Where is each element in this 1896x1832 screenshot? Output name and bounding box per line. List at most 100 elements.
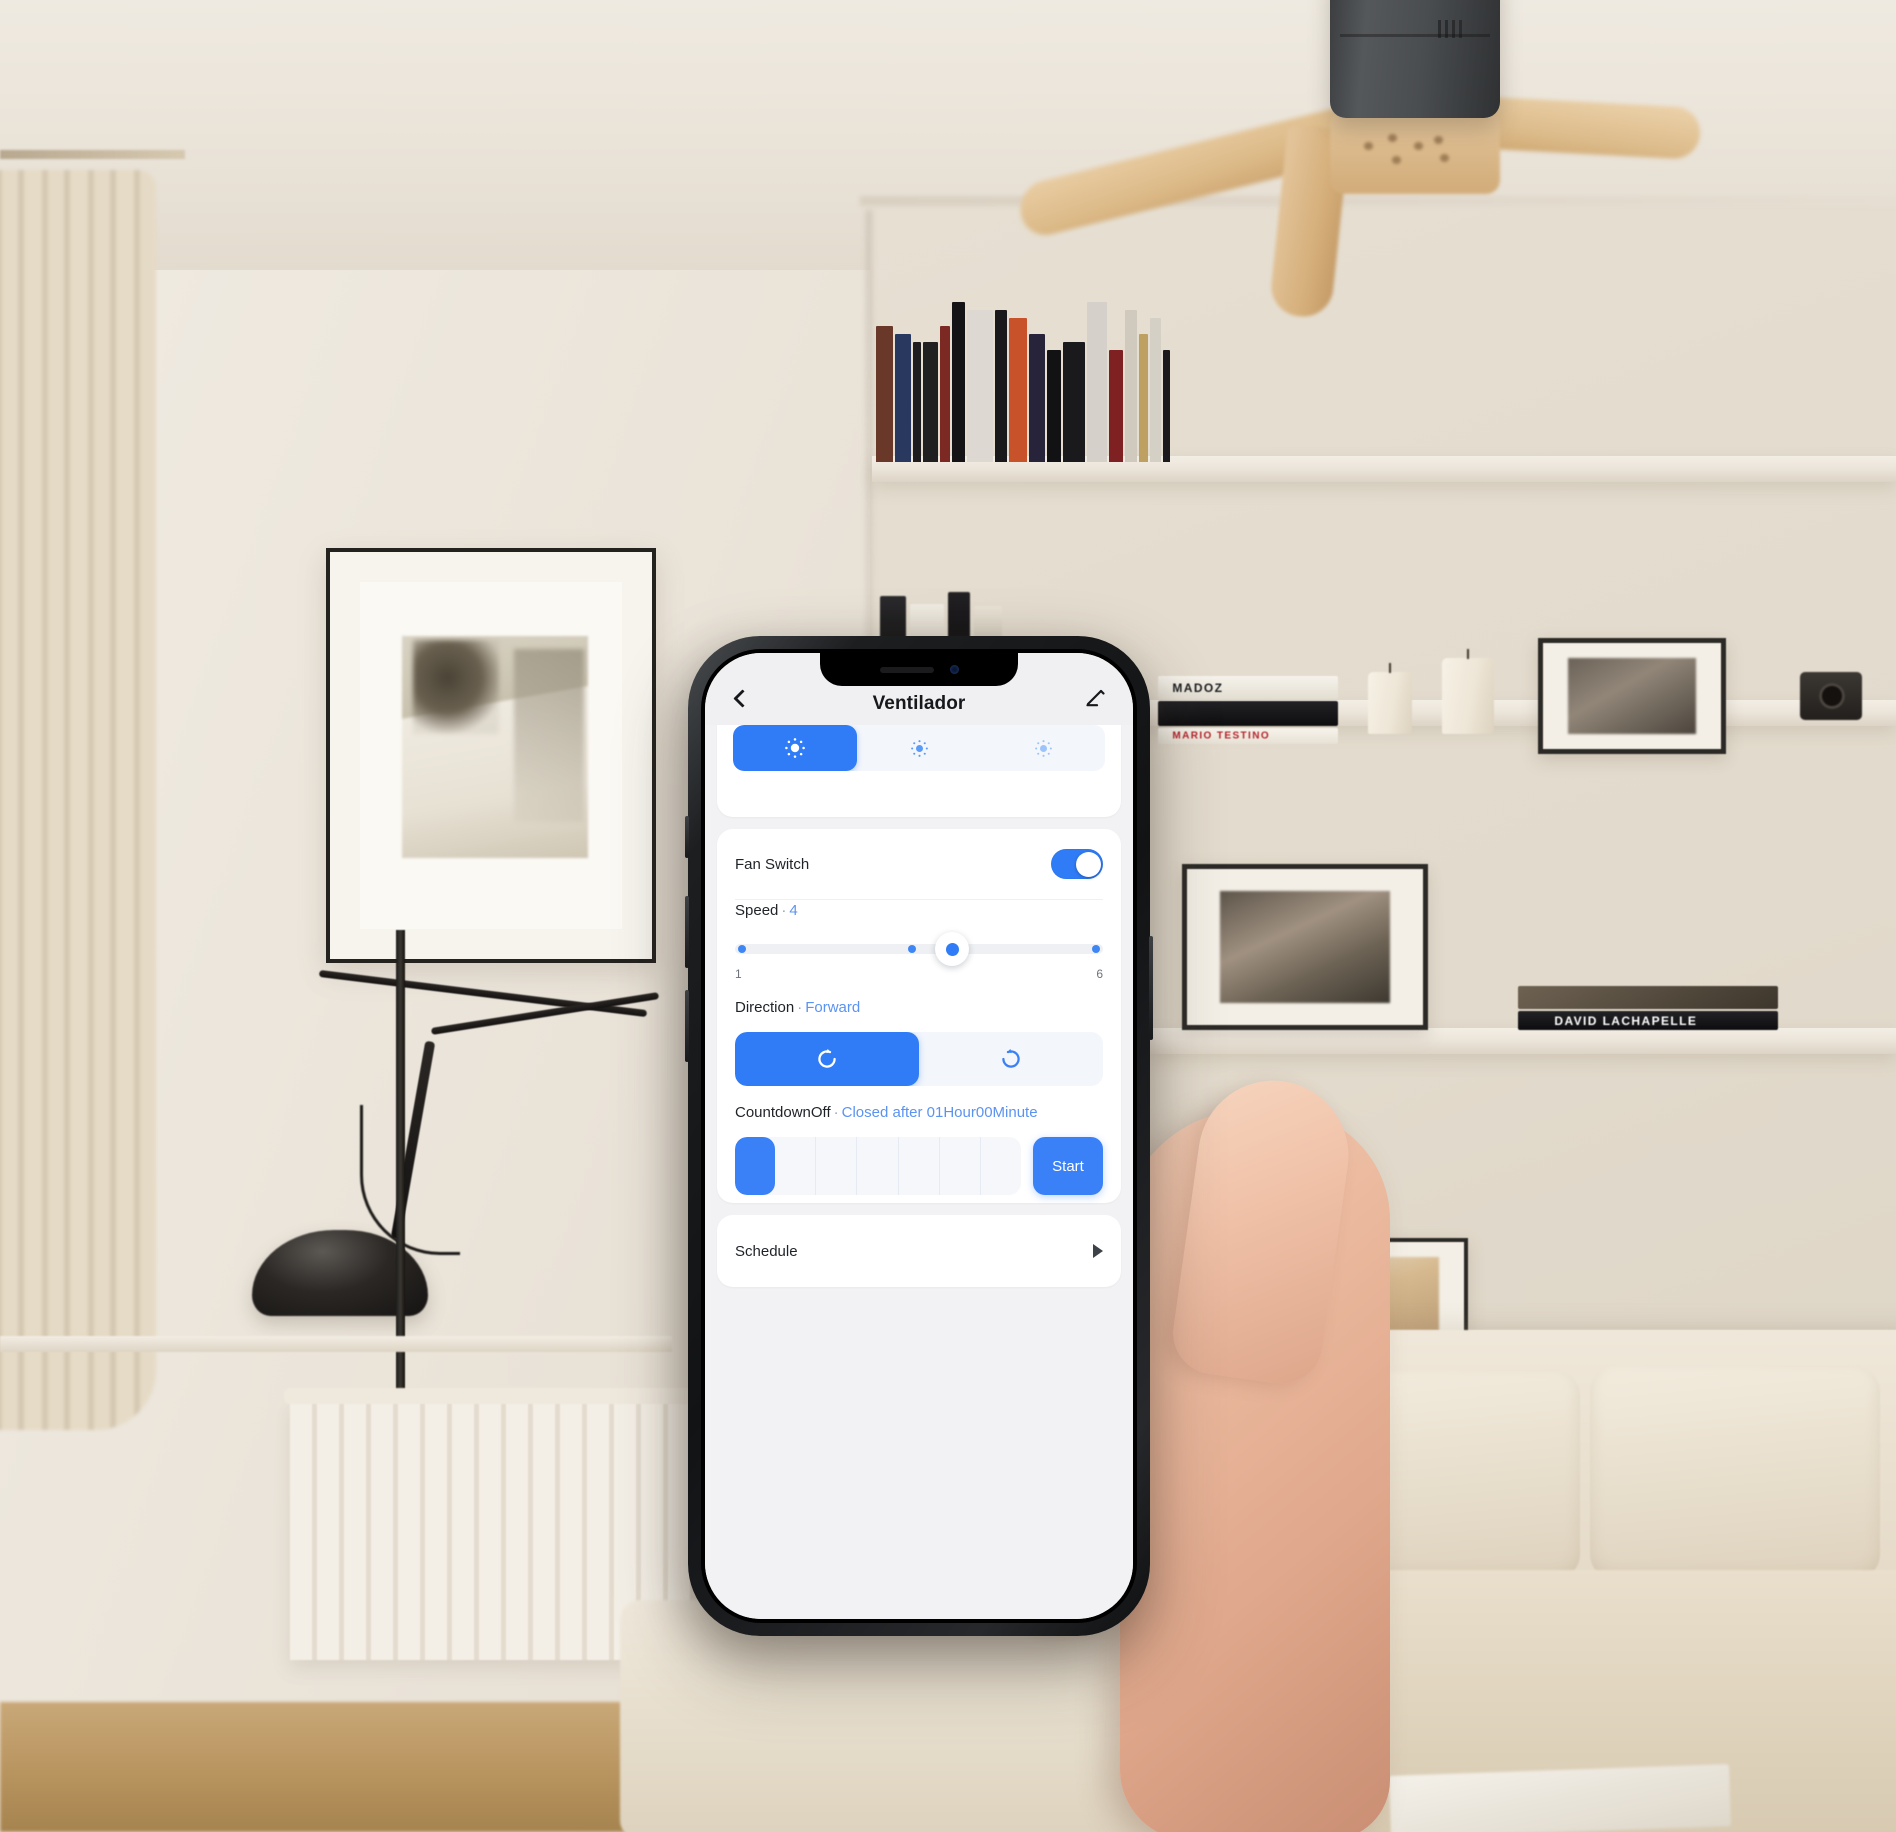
speed-block: Speed · 4 1 6 Direction · Forward Countd… — [717, 900, 1121, 1203]
book-spine — [895, 334, 911, 462]
slider-tick-1 — [738, 945, 747, 953]
countdown-progress-bar[interactable] — [735, 1137, 1021, 1195]
book-stack-madoz: MADOZ MARIO TESTINO — [1158, 676, 1338, 744]
triangle-right-icon — [1093, 1244, 1103, 1258]
book-spine — [1163, 350, 1170, 462]
speed-max-label: 6 — [1096, 967, 1103, 981]
countdown-row: Start — [735, 1137, 1103, 1195]
toggle-knob — [1075, 851, 1101, 877]
book-spine — [1029, 334, 1045, 462]
rotate-counterclockwise-icon — [1002, 1048, 1020, 1068]
direction-reverse-button[interactable] — [919, 1032, 1103, 1086]
speed-min-label: 1 — [735, 967, 742, 981]
book-title-madoz: MADOZ — [1172, 680, 1224, 695]
fan-controls-card: Fan Switch Speed · 4 1 6 Direction · For… — [717, 829, 1121, 1203]
back-button[interactable] — [725, 681, 759, 715]
direction-label: Direction — [735, 999, 795, 1016]
front-camera-icon — [949, 665, 959, 674]
book-spine — [1063, 342, 1085, 462]
phone-button-power[interactable] — [1149, 936, 1153, 1040]
slider-tick-4 — [907, 945, 916, 953]
candle-large — [1442, 649, 1494, 734]
edit-button[interactable] — [1079, 681, 1113, 715]
slider-track — [735, 944, 1103, 954]
book-spine — [1125, 310, 1137, 462]
countdown-separator: · — [833, 1104, 839, 1121]
sun-dim-icon — [1034, 739, 1052, 757]
slider-tick-6 — [1091, 945, 1100, 953]
speed-label: Speed — [735, 902, 779, 919]
direction-value: Forward — [805, 999, 861, 1016]
mode-segment-medium[interactable] — [857, 725, 981, 771]
book-title-mario-testino: MARIO TESTINO — [1172, 730, 1271, 742]
mode-segment-dim[interactable] — [981, 725, 1105, 771]
book-spine — [940, 326, 950, 462]
book-spine — [1047, 350, 1061, 462]
curtain — [0, 170, 156, 1430]
book-spine — [876, 326, 893, 462]
countdown-start-button[interactable]: Start — [1033, 1137, 1103, 1195]
fan-motor-housing — [1330, 0, 1500, 118]
phone-screen: Ventilador Fan Switch Speed · 4 1 6 Dire… — [705, 653, 1133, 1619]
book-spine — [923, 342, 938, 462]
rotate-clockwise-icon — [818, 1048, 836, 1068]
schedule-row[interactable]: Schedule — [717, 1215, 1121, 1287]
fan-switch-toggle[interactable] — [1051, 849, 1103, 879]
framed-artwork — [326, 548, 656, 963]
phone-button-volume-down[interactable] — [685, 990, 689, 1062]
page-title: Ventilador — [872, 693, 966, 714]
book-spine — [1009, 318, 1027, 462]
book-spine — [1109, 350, 1123, 462]
direction-title: Direction · Forward — [735, 999, 1103, 1016]
direction-separator: · — [797, 999, 803, 1016]
curtain-rod — [0, 150, 185, 159]
book-spine — [995, 310, 1007, 462]
book-spine — [952, 302, 965, 462]
countdown-value: Closed after 01Hour00Minute — [841, 1104, 1038, 1121]
sun-medium-icon — [910, 739, 928, 757]
countdown-label: CountdownOff — [735, 1104, 831, 1121]
schedule-card[interactable]: Schedule — [717, 1215, 1121, 1287]
book-spine — [913, 342, 921, 462]
vintage-camera-object — [1800, 672, 1862, 720]
phone-button-silent[interactable] — [685, 816, 689, 858]
book-stack-lachapelle: DAVID LACHAPELLE — [1518, 986, 1778, 1030]
speed-value: 4 — [789, 902, 798, 919]
smartphone: Ventilador Fan Switch Speed · 4 1 6 Dire… — [685, 636, 1153, 1636]
sun-bright-icon — [785, 738, 805, 758]
sofa-cushion-2 — [1590, 1366, 1880, 1580]
direction-group[interactable] — [735, 1032, 1103, 1086]
speed-slider[interactable] — [735, 932, 1103, 966]
candle-small — [1368, 663, 1412, 734]
fan-switch-label: Fan Switch — [735, 855, 810, 873]
countdown-title: CountdownOff · Closed after 01Hour00Minute — [735, 1104, 1103, 1121]
speed-title: Speed · 4 — [735, 902, 1103, 919]
schedule-label: Schedule — [735, 1242, 798, 1260]
app-scroll-body[interactable]: Fan Switch Speed · 4 1 6 Direction · For… — [705, 725, 1133, 1619]
ceiling-fan — [1016, 0, 1702, 320]
slider-thumb[interactable] — [935, 932, 970, 966]
framed-photo-shelf — [1538, 638, 1726, 754]
fan-hub — [1330, 112, 1500, 194]
speed-separator: · — [781, 902, 787, 919]
pencil-icon — [1086, 689, 1105, 707]
phone-button-volume-up[interactable] — [685, 896, 689, 968]
book-spine — [967, 310, 993, 462]
mode-segment-bright[interactable] — [733, 725, 857, 771]
book-spine — [1087, 302, 1107, 462]
mode-card-spacer — [717, 771, 1121, 817]
fan-switch-row[interactable]: Fan Switch — [717, 829, 1121, 899]
book-spine — [1139, 334, 1148, 462]
mode-segment-group[interactable] — [733, 725, 1105, 771]
framed-photo-third-shelf — [1182, 864, 1428, 1030]
phone-notch — [820, 653, 1018, 686]
chevron-left-icon — [732, 688, 752, 708]
book-spine — [1150, 318, 1161, 462]
direction-forward-button[interactable] — [735, 1032, 919, 1086]
countdown-segments — [735, 1137, 1021, 1195]
book-row-top-shelf — [876, 290, 1170, 462]
phone-bezel: Ventilador Fan Switch Speed · 4 1 6 Dire… — [701, 649, 1137, 1623]
earpiece-speaker-icon — [879, 666, 934, 673]
book-title-lachapelle: DAVID LACHAPELLE — [1554, 1013, 1698, 1028]
mode-card — [717, 725, 1121, 817]
